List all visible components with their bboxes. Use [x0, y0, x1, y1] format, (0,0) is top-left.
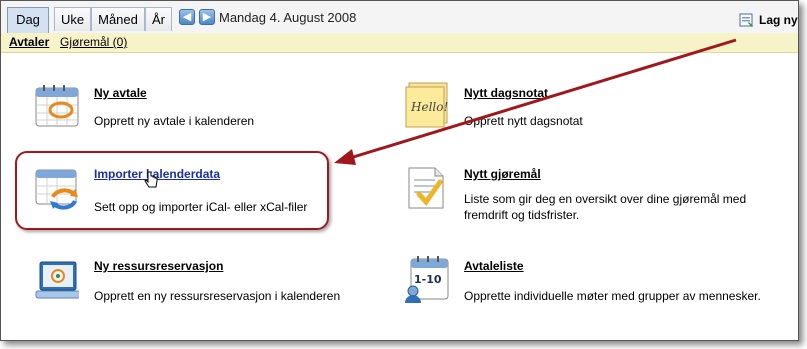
tab-maned[interactable]: Måned	[91, 7, 145, 31]
list-range-text: 1-10	[414, 273, 442, 286]
meeting-list-icon: 1-10	[405, 256, 449, 303]
calendar-icon	[35, 85, 79, 127]
checklist-icon	[408, 167, 444, 209]
sub-toolbar: Avtaler Gjøremål (0)	[1, 33, 798, 53]
ny-avtale-link[interactable]: Ny avtale	[94, 86, 147, 100]
calendar-window: Dag Uke Måned År ◀ ▶ Mandag 4. August 20…	[0, 0, 799, 341]
sticky-note-icon: Hello!	[405, 82, 448, 128]
laptop-resource-icon	[35, 261, 79, 299]
avtaler-link[interactable]: Avtaler	[9, 35, 49, 49]
new-item-icon	[739, 13, 753, 27]
gjoremal-desc: Liste som gir deg en oversikt over dine …	[464, 192, 747, 222]
current-date: Mandag 4. August 2008	[219, 10, 357, 25]
lag-ny-button[interactable]: Lag ny	[739, 12, 798, 28]
ny-avtale-desc: Opprett ny avtale i kalenderen	[94, 114, 255, 128]
lag-ny-label: Lag ny	[759, 13, 798, 27]
dagsnotat-desc: Opprett nytt dagsnotat	[464, 114, 583, 128]
dagsnotat-link[interactable]: Nytt dagsnotat	[464, 86, 548, 100]
highlight-ellipse	[15, 151, 329, 230]
gjoremal-item-link[interactable]: Nytt gjøremål	[464, 167, 541, 181]
gjoremal-link[interactable]: Gjøremål (0)	[60, 35, 127, 49]
arrow-left-icon[interactable]: ◀	[179, 9, 195, 25]
note-hello-text: Hello!	[410, 100, 448, 114]
ressurs-link[interactable]: Ny ressursreservasjon	[94, 259, 223, 273]
avtaleliste-link[interactable]: Avtaleliste	[464, 259, 524, 273]
tab-dag[interactable]: Dag	[7, 7, 49, 34]
tab-ar[interactable]: År	[145, 7, 172, 31]
view-toolbar: Dag Uke Måned År ◀ ▶ Mandag 4. August 20…	[1, 1, 798, 34]
arrow-right-icon[interactable]: ▶	[199, 9, 215, 25]
ressurs-desc: Opprett en ny ressursreservasjon i kalen…	[94, 289, 341, 303]
avtaleliste-desc: Opprette individuelle møter med grupper …	[464, 289, 761, 303]
tab-uke[interactable]: Uke	[54, 7, 91, 31]
